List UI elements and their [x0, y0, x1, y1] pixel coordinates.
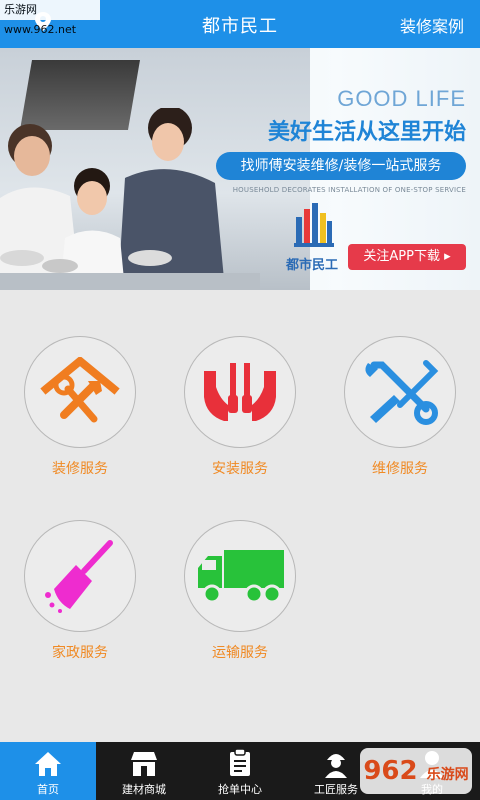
renovation-house-icon — [40, 357, 120, 423]
follow-app-download-button[interactable]: 关注APP下载 ▸ — [348, 244, 466, 270]
renovation-cases-link[interactable]: 装修案例 — [400, 13, 464, 37]
tab-home[interactable]: 首页 — [0, 742, 96, 800]
banner-headline: 美好生活从这里开始 — [267, 120, 466, 145]
promo-banner[interactable]: GOOD LIFE 美好生活从这里开始 找师傅安装维修/装修一站式服务 HOUS… — [0, 48, 480, 290]
family-photo — [0, 108, 260, 290]
tab-label: 建材商城 — [122, 783, 166, 796]
watermark-sub: 乐游网 — [426, 767, 469, 783]
service-housekeeping[interactable]: 家政服务 — [20, 520, 140, 661]
truck-icon — [198, 550, 284, 604]
banner-logo-text: 都市民工 — [286, 258, 339, 273]
hands-tools-icon — [204, 363, 276, 421]
service-repair-circle[interactable] — [344, 336, 456, 448]
service-label: 装修服务 — [52, 461, 108, 477]
worker-icon — [325, 754, 347, 778]
service-renovation-circle[interactable] — [24, 336, 136, 448]
tab-building-materials[interactable]: 建材商城 — [96, 742, 192, 800]
service-label: 家政服务 — [52, 645, 108, 661]
broom-icon — [45, 540, 113, 613]
service-installation[interactable]: 安装服务 — [180, 336, 300, 477]
service-label: 安装服务 — [212, 461, 268, 477]
tab-order-center[interactable]: 抢单中心 — [192, 742, 288, 800]
banner-subline: 找师傅安装维修/装修一站式服务 — [216, 152, 466, 180]
shop-icon — [131, 752, 157, 776]
watermark-main: 962 — [363, 756, 418, 786]
service-label: 运输服务 — [212, 645, 268, 661]
tab-label: 抢单中心 — [218, 783, 262, 796]
service-renovation[interactable]: 装修服务 — [20, 336, 140, 477]
watermark-top: 乐游网 www.962.net — [0, 0, 100, 36]
service-installation-circle[interactable] — [184, 336, 296, 448]
banner-english-caption: HOUSEHOLD DECORATES INSTALLATION OF ONE-… — [232, 186, 466, 194]
wrench-screwdriver-icon — [365, 360, 439, 425]
home-icon — [35, 752, 61, 776]
banner-good-life: GOOD LIFE — [337, 86, 466, 111]
watermark-bottom: 962 乐游网 — [360, 748, 472, 794]
service-repair[interactable]: 维修服务 — [340, 336, 460, 477]
service-transport[interactable]: 运输服务 — [180, 520, 300, 661]
tab-label: 首页 — [37, 783, 59, 796]
service-transport-circle[interactable] — [184, 520, 296, 632]
dushi-mingong-logo — [294, 203, 334, 247]
clipboard-icon — [230, 748, 250, 776]
service-label: 维修服务 — [372, 461, 428, 477]
service-housekeeping-circle[interactable] — [24, 520, 136, 632]
